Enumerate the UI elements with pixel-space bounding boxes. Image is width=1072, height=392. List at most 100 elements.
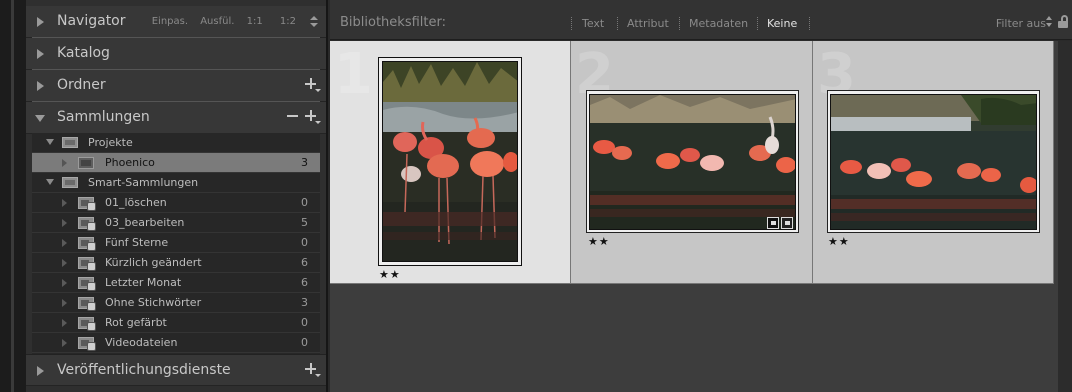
filter-separator: [617, 17, 618, 30]
library-filter-title: Bibliotheksfilter:: [340, 15, 446, 30]
star-rating[interactable]: ★★: [828, 235, 850, 248]
collection-label: 03_bearbeiten: [105, 216, 185, 229]
zoom-stepper-icon[interactable]: [310, 15, 318, 29]
collections-header[interactable]: Sammlungen: [26, 102, 326, 134]
collection-count: 0: [301, 236, 308, 249]
lock-icon[interactable]: [1058, 15, 1068, 28]
collection-set-projekte[interactable]: Projekte: [32, 133, 320, 153]
filter-separator: [757, 17, 758, 30]
publish-services-header[interactable]: Veröffentlichungsdienste: [26, 354, 326, 386]
photo-thumbnail-flamingos[interactable]: [382, 61, 518, 262]
collapsed-triangle-icon: [37, 81, 44, 91]
add-folder-button[interactable]: [304, 77, 321, 93]
catalog-title: Katalog: [57, 45, 110, 61]
collection-count: 6: [301, 256, 308, 269]
collection-set-smart-sammlungen[interactable]: Smart-Sammlungen: [32, 173, 320, 193]
expand-triangle-icon[interactable]: [46, 179, 54, 185]
filter-separator: [809, 17, 810, 30]
smart-collection-rot-gefaerbt[interactable]: Rot gefärbt 0: [32, 313, 320, 333]
smart-collection-letzter-monat[interactable]: Letzter Monat 6: [32, 273, 320, 293]
smart-collection-icon: [78, 337, 96, 351]
collection-count: 5: [301, 216, 308, 229]
collection-count: 0: [301, 336, 308, 349]
collection-label: Letzter Monat: [105, 276, 182, 289]
filter-tab-none[interactable]: Keine: [767, 17, 797, 30]
photo-thumbnail-flamingos[interactable]: [589, 94, 796, 230]
star-rating[interactable]: ★★: [379, 268, 401, 281]
folders-title: Ordner: [57, 77, 106, 93]
collection-count: 3: [301, 156, 308, 169]
remove-collection-button[interactable]: [287, 115, 298, 117]
smart-collection-03-bearbeiten[interactable]: 03_bearbeiten 5: [32, 213, 320, 233]
navigator-header[interactable]: Navigator Einpas. Ausfül. 1:1 1:2: [26, 6, 326, 38]
smart-collection-icon: [78, 237, 96, 251]
comment-badge-icon[interactable]: [767, 217, 779, 229]
grid-cell-1[interactable]: 1 ★★: [330, 41, 571, 284]
expand-triangle-icon[interactable]: [62, 279, 67, 287]
expand-triangle-icon[interactable]: [62, 259, 67, 267]
grid-cell-3[interactable]: 3 ★★: [813, 41, 1054, 284]
expand-triangle-icon[interactable]: [62, 319, 67, 327]
expand-triangle-icon[interactable]: [62, 239, 67, 247]
smart-collection-icon: [78, 257, 96, 271]
flamingo-photo-image: [383, 62, 517, 261]
flamingo-photo-image: [831, 95, 1036, 229]
star-rating[interactable]: ★★: [588, 235, 610, 248]
smart-collection-videodateien[interactable]: Videodateien 0: [32, 333, 320, 353]
photo-thumbnail-flamingos[interactable]: [830, 94, 1037, 230]
expand-triangle-icon[interactable]: [62, 299, 67, 307]
smart-collection-ohne-stichwoerter[interactable]: Ohne Stichwörter 3: [32, 293, 320, 313]
publish-services-title: Veröffentlichungsdienste: [57, 362, 231, 378]
filter-preset-stepper-icon[interactable]: [1046, 16, 1052, 28]
collection-count: 0: [301, 316, 308, 329]
collection-label: Projekte: [88, 136, 133, 149]
collapsed-triangle-icon: [37, 366, 44, 376]
cell-index: 1: [334, 42, 373, 107]
smart-collection-01-loeschen[interactable]: 01_löschen 0: [32, 193, 320, 213]
filter-tab-attribute[interactable]: Attribut: [627, 17, 669, 30]
collection-label: Ohne Stichwörter: [105, 296, 202, 309]
zoom-fit-option[interactable]: Einpas.: [152, 16, 188, 27]
expand-triangle-icon[interactable]: [62, 339, 67, 347]
expand-triangle-icon[interactable]: [62, 159, 67, 167]
zoom-1-2-option[interactable]: 1:2: [280, 16, 296, 27]
collection-phoenico[interactable]: Phoenico 3: [32, 153, 320, 173]
catalog-header[interactable]: Katalog: [26, 38, 326, 70]
expanded-triangle-icon: [35, 115, 45, 122]
collection-count: 6: [301, 276, 308, 289]
collection-label: Kürzlich geändert: [105, 256, 202, 269]
folders-header[interactable]: Ordner: [26, 70, 326, 102]
smart-collection-kuerzlich-geaendert[interactable]: Kürzlich geändert 6: [32, 253, 320, 273]
left-panel-edge: [0, 0, 26, 392]
zoom-fill-option[interactable]: Ausfül.: [200, 16, 234, 27]
smart-collection-icon: [78, 217, 96, 231]
collection-count: 0: [301, 196, 308, 209]
collection-label: Fünf Sterne: [105, 236, 169, 249]
filter-tab-text[interactable]: Text: [582, 17, 604, 30]
smart-collection-fuenf-sterne[interactable]: Fünf Sterne 0: [32, 233, 320, 253]
filter-tab-metadata[interactable]: Metadaten: [689, 17, 748, 30]
smart-collection-icon: [78, 277, 96, 291]
navigator-title: Navigator: [57, 13, 126, 29]
zoom-1-1-option[interactable]: 1:1: [247, 16, 263, 27]
grid-cell-2[interactable]: 2 ★★: [571, 41, 813, 284]
collection-icon: [78, 157, 94, 169]
collection-label: Videodateien: [105, 336, 178, 349]
smart-collection-icon: [78, 297, 96, 311]
expand-triangle-icon[interactable]: [62, 199, 67, 207]
expand-triangle-icon[interactable]: [62, 219, 67, 227]
expand-triangle-icon[interactable]: [46, 139, 54, 145]
flamingo-photo-image: [590, 95, 795, 229]
smart-collection-icon: [78, 197, 96, 211]
collection-set-icon: [62, 137, 78, 148]
collection-set-icon: [62, 177, 78, 188]
add-publish-service-button[interactable]: [304, 362, 321, 378]
collection-label: 01_löschen: [105, 196, 167, 209]
smart-collection-icon: [78, 317, 96, 331]
navigator-zoom-options: Einpas. Ausfül. 1:1 1:2: [143, 16, 296, 27]
collapsed-triangle-icon: [37, 49, 44, 59]
keyword-tag-badge-icon[interactable]: [781, 217, 793, 229]
add-collection-button[interactable]: [304, 109, 321, 125]
collection-label: Rot gefärbt: [105, 316, 167, 329]
filter-preset-dropdown[interactable]: Filter aus: [996, 17, 1046, 30]
